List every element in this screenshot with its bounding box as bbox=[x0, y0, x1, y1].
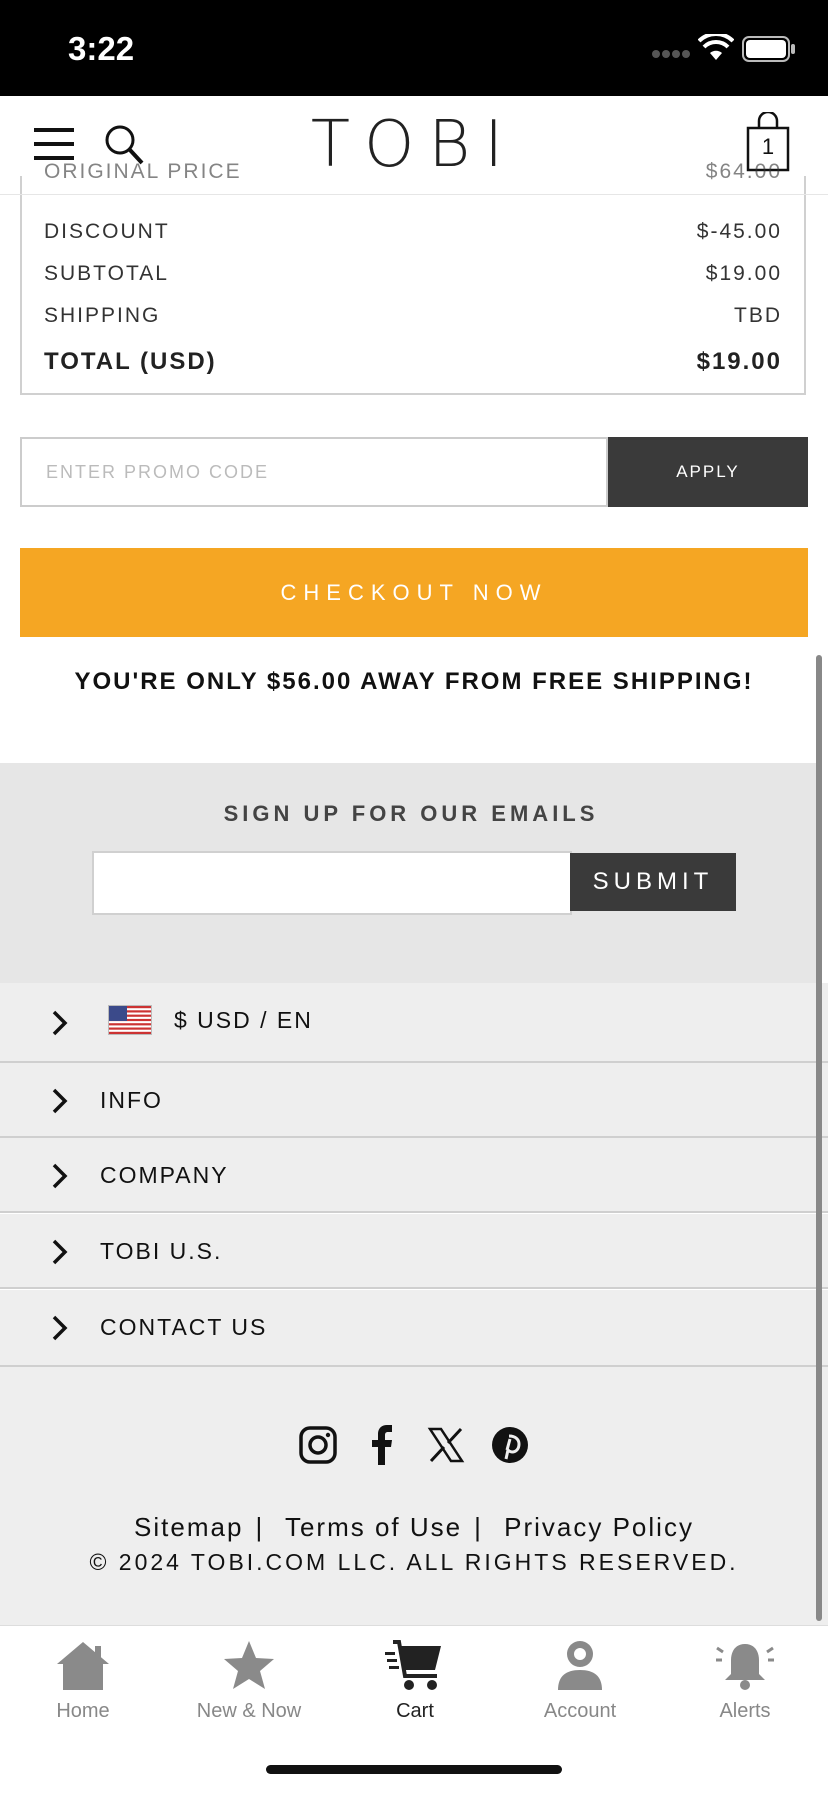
tab-alerts[interactable]: Alerts bbox=[662, 1638, 828, 1723]
tab-cart[interactable]: Cart bbox=[332, 1638, 498, 1723]
total-value: $19.00 bbox=[696, 348, 782, 375]
facebook-icon[interactable] bbox=[360, 1423, 404, 1467]
summary-value: $64.00 bbox=[705, 160, 782, 183]
accordion-label: CONTACT US bbox=[100, 1314, 268, 1340]
summary-row-shipping: SHIPPING TBD bbox=[44, 304, 782, 328]
pinterest-icon[interactable] bbox=[488, 1423, 532, 1467]
x-icon[interactable] bbox=[424, 1423, 468, 1467]
tab-account[interactable]: Account bbox=[497, 1638, 663, 1723]
email-signup-section: SIGN UP FOR OUR EMAILS SUBMIT bbox=[0, 763, 822, 983]
summary-value: $-45.00 bbox=[696, 220, 782, 243]
summary-label: SUBTOTAL bbox=[44, 262, 169, 285]
email-field[interactable] bbox=[92, 851, 572, 915]
accordion-company[interactable]: COMPANY bbox=[0, 1138, 828, 1213]
social-links bbox=[0, 1423, 828, 1467]
accordion-contact-us[interactable]: CONTACT US bbox=[0, 1290, 828, 1367]
cart-icon bbox=[385, 1640, 441, 1690]
tab-new-and-now[interactable]: New & Now bbox=[166, 1638, 332, 1723]
checkout-button[interactable]: CHECKOUT NOW bbox=[20, 548, 808, 637]
scrollbar[interactable] bbox=[816, 655, 822, 1621]
tab-label: New & Now bbox=[196, 1700, 302, 1722]
chevron-right-icon bbox=[52, 1010, 68, 1036]
free-shipping-message: YOU'RE ONLY $56.00 AWAY FROM FREE SHIPPI… bbox=[74, 668, 754, 695]
wifi-icon bbox=[698, 34, 734, 60]
accordion-label: COMPANY bbox=[100, 1162, 229, 1188]
chevron-right-icon bbox=[52, 1239, 68, 1265]
summary-label: SHIPPING bbox=[44, 304, 161, 327]
submit-button[interactable]: SUBMIT bbox=[570, 853, 736, 911]
accordion-label: TOBI U.S. bbox=[100, 1238, 223, 1264]
currency-label: $ USD / EN bbox=[174, 1007, 313, 1033]
alerts-icon bbox=[716, 1644, 774, 1690]
copyright-text: © 2024 TOBI.COM LLC. ALL RIGHTS RESERVED… bbox=[89, 1549, 739, 1575]
home-icon bbox=[57, 1642, 109, 1690]
tab-label: Alerts bbox=[719, 1700, 771, 1722]
promo-code-input[interactable]: ENTER PROMO CODE bbox=[20, 437, 608, 507]
site-footer: Sitemap | Terms of Use | Privacy Policy © … bbox=[0, 1367, 828, 1625]
email-signup-title: SIGN UP FOR OUR EMAILS bbox=[223, 801, 599, 826]
signal-icon bbox=[652, 50, 690, 58]
chevron-right-icon bbox=[52, 1315, 68, 1341]
tab-label: Cart bbox=[396, 1700, 434, 1722]
status-time: 3:22 bbox=[68, 30, 135, 67]
total-label: TOTAL (USD) bbox=[44, 348, 217, 375]
battery-icon bbox=[742, 36, 795, 62]
instagram-icon[interactable] bbox=[296, 1423, 340, 1467]
bag-count: 1 bbox=[761, 134, 775, 159]
home-indicator bbox=[266, 1765, 562, 1774]
tab-label: Account bbox=[543, 1700, 617, 1722]
summary-row-original-price: ORIGINAL PRICE $64.00 bbox=[44, 160, 782, 184]
chevron-right-icon bbox=[52, 1163, 68, 1189]
terms-of-use-link[interactable]: Terms of Use bbox=[285, 1512, 462, 1542]
privacy-policy-link[interactable]: Privacy Policy bbox=[504, 1512, 694, 1542]
currency-selector[interactable]: $ USD / EN bbox=[0, 983, 828, 1063]
summary-row-total: TOTAL (USD) $19.00 bbox=[44, 348, 782, 376]
summary-row-discount: DISCOUNT $-45.00 bbox=[44, 220, 782, 244]
tab-home[interactable]: Home bbox=[0, 1638, 166, 1723]
footer-links: Sitemap | Terms of Use | Privacy Policy bbox=[134, 1512, 694, 1542]
us-flag-icon bbox=[108, 1005, 152, 1035]
summary-label: ORIGINAL PRICE bbox=[44, 160, 242, 183]
header-divider bbox=[0, 194, 828, 195]
accordion-info[interactable]: INFO bbox=[0, 1063, 828, 1138]
status-bar: 3:22 bbox=[0, 0, 828, 96]
summary-value: $19.00 bbox=[705, 262, 782, 285]
summary-row-subtotal: SUBTOTAL $19.00 bbox=[44, 262, 782, 286]
accordion-label: INFO bbox=[100, 1087, 163, 1113]
summary-value: TBD bbox=[734, 304, 782, 327]
accordion-tobi-us[interactable]: TOBI U.S. bbox=[0, 1214, 828, 1289]
apply-button[interactable]: APPLY bbox=[608, 437, 808, 507]
chevron-right-icon bbox=[52, 1088, 68, 1114]
star-icon bbox=[224, 1641, 274, 1689]
sitemap-link[interactable]: Sitemap bbox=[134, 1512, 243, 1542]
account-icon bbox=[558, 1641, 602, 1690]
summary-label: DISCOUNT bbox=[44, 220, 170, 243]
order-summary: ORIGINAL PRICE $64.00 DISCOUNT $-45.00 S… bbox=[20, 160, 806, 395]
tab-label: Home bbox=[56, 1700, 110, 1722]
promo-placeholder: ENTER PROMO CODE bbox=[46, 461, 270, 482]
